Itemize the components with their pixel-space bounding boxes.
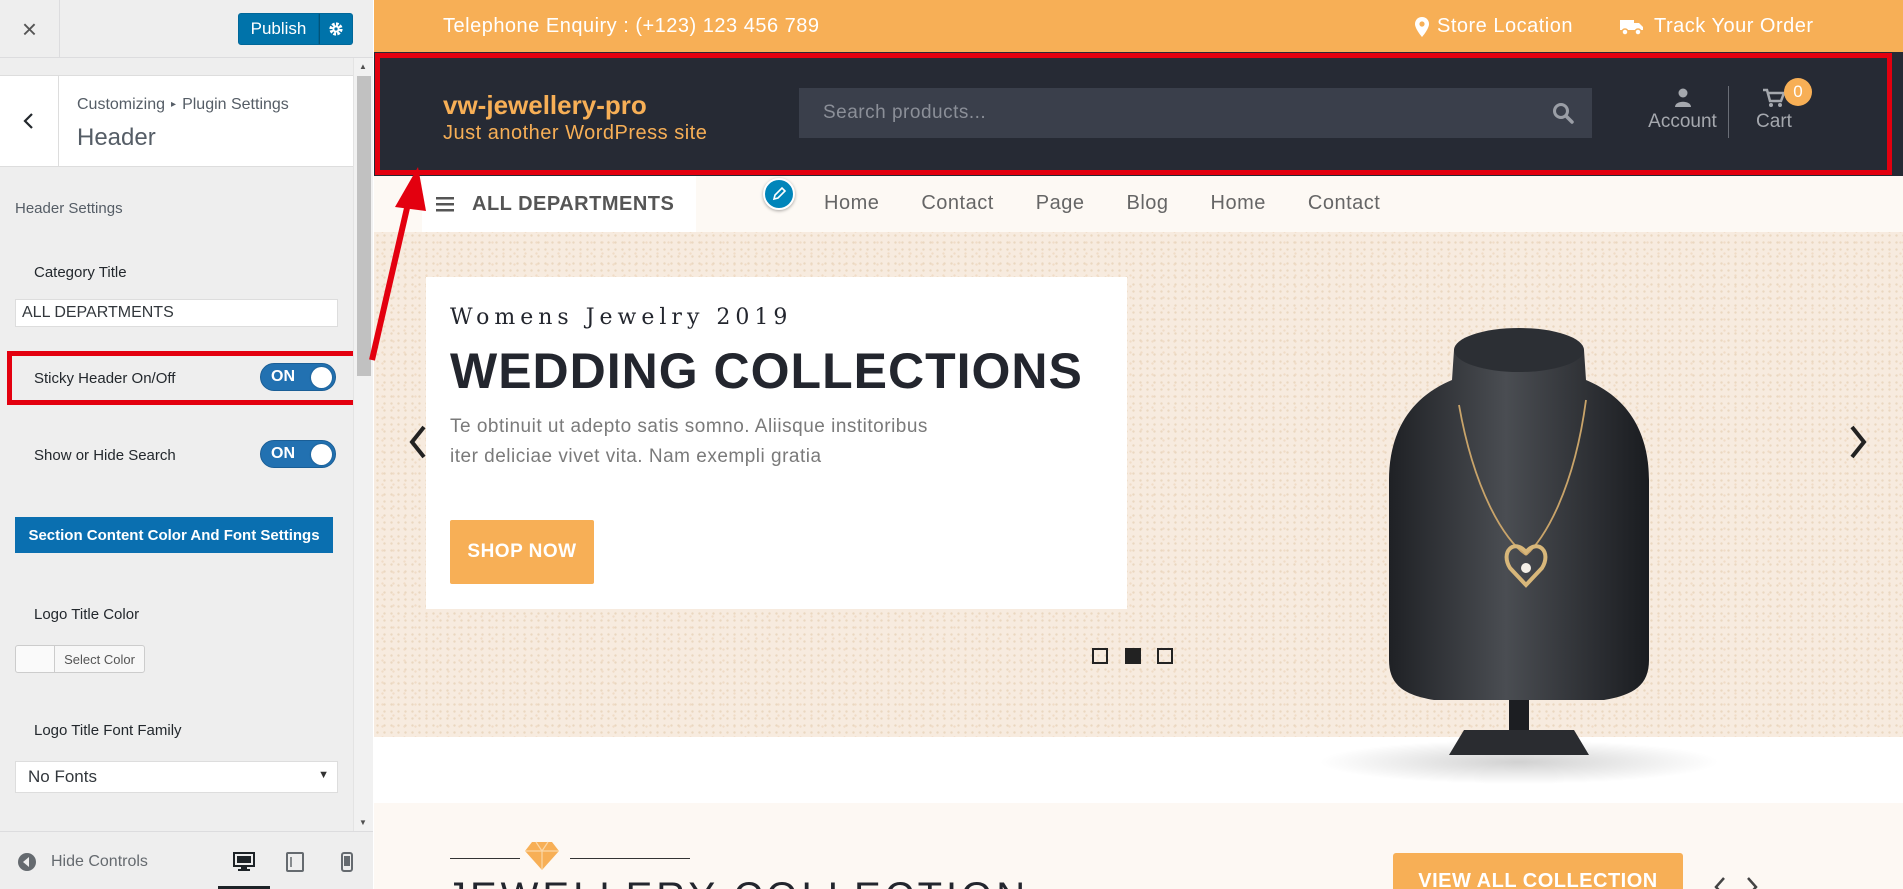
preview-tablet-button[interactable] [281,848,309,876]
store-location-label: Store Location [1437,15,1573,37]
breadcrumb-plugin-settings: Plugin Settings [182,96,289,113]
desktop-icon [233,852,255,871]
tablet-icon [286,852,304,872]
decorative-line [450,858,520,859]
nav-link-page[interactable]: Page [1036,192,1085,215]
collection-title: JEWELLERY COLLECTION [446,875,1029,889]
telephone-enquiry: Telephone Enquiry : (+123) 123 456 789 [443,15,820,37]
map-pin-icon [1415,16,1429,37]
scroll-down-arrow-icon[interactable]: ▼ [359,818,367,827]
all-departments-menu[interactable]: ALL DEPARTMENTS [422,176,696,232]
nav-link-contact[interactable]: Contact [921,192,993,215]
publish-button[interactable]: Publish [238,13,319,45]
highlight-box-header [375,53,1892,175]
sidebar-scrollbar[interactable]: ▲ ▼ [353,58,373,831]
track-order-label: Track Your Order [1654,15,1814,37]
view-all-collection-button[interactable]: VIEW ALL COLLECTION [1393,853,1683,889]
chevron-left-icon [23,113,33,129]
pencil-icon [772,186,787,201]
slider-next-chevron-icon[interactable] [1848,424,1868,460]
close-customizer-button[interactable]: × [0,0,60,58]
logo-title-color-label: Logo Title Color [34,606,140,623]
back-button[interactable] [0,76,59,166]
diamond-icon [525,841,559,870]
shop-now-button[interactable]: SHOP NOW [450,520,594,584]
nav-link-blog[interactable]: Blog [1127,192,1169,215]
hero-description: Te obtinuit ut adepto satis somno. Aliis… [450,416,928,467]
hero-title: WEDDING COLLECTIONS [450,343,1083,399]
breadcrumb-customizing: Customizing [77,96,166,113]
preview-mobile-button[interactable] [333,848,361,876]
gear-icon [329,22,343,36]
select-value: No Fonts [28,767,97,786]
header-settings-heading: Header Settings [15,200,123,217]
slider-dot-2[interactable] [1125,648,1141,664]
hamburger-icon [436,197,454,212]
hero-content-card: Womens Jewelry 2019 WEDDING COLLECTIONS … [426,277,1127,609]
nav-link-home-2[interactable]: Home [1211,192,1266,215]
collapse-icon [18,853,36,871]
hide-controls-label: Hide Controls [51,853,148,870]
necklace-bust-image [1319,328,1719,784]
collection-prev-chevron-icon[interactable] [1713,876,1727,889]
category-title-input[interactable]: ALL DEPARTMENTS [15,299,338,327]
hide-controls-button[interactable]: Hide Controls [17,852,148,872]
customizer-footer: Hide Controls [0,831,373,889]
logo-font-family-label: Logo Title Font Family [34,722,182,739]
section-header: Customizing ▸ Plugin Settings Header [0,75,353,167]
toggle-knob [311,444,332,465]
collection-next-chevron-icon[interactable] [1745,876,1759,889]
mobile-icon [341,852,353,872]
slider-dot-1[interactable] [1092,648,1108,664]
top-info-bar: Telephone Enquiry : (+123) 123 456 789 S… [374,0,1903,52]
breadcrumb-separator: ▸ [171,99,177,110]
highlight-box-sticky-header [7,351,363,405]
main-navigation: ALL DEPARTMENTS Home Contact Page Blog H… [374,176,1903,232]
preview-desktop-button[interactable] [230,848,258,876]
nav-links: Home Contact Page Blog Home Contact [824,192,1422,215]
breadcrumb: Customizing ▸ Plugin Settings [77,96,289,114]
dropdown-caret-icon: ▼ [318,769,329,781]
section-content-color-font-button[interactable]: Section Content Color And Font Settings [15,517,333,553]
category-title-label: Category Title [34,264,127,281]
select-color-button[interactable]: Select Color [54,645,145,673]
nav-link-home[interactable]: Home [824,192,879,215]
nav-link-contact-2[interactable]: Contact [1308,192,1380,215]
customizer-top-bar: × Publish [0,0,373,58]
scrollbar-thumb[interactable] [357,76,371,376]
jewellery-collection-section: JEWELLERY COLLECTION VIEW ALL COLLECTION [374,803,1903,889]
site-preview: Telephone Enquiry : (+123) 123 456 789 S… [374,0,1903,889]
show-search-label: Show or Hide Search [34,447,176,464]
toggle-state-label: ON [271,445,295,462]
publish-settings-button[interactable] [319,13,353,45]
customizer-sidebar: × Publish Customizing ▸ Plugin Settings He… [0,0,373,889]
slider-dot-3[interactable] [1157,648,1173,664]
store-location-link[interactable]: Store Location [1415,15,1573,38]
color-swatch[interactable] [15,645,55,673]
truck-icon [1620,19,1643,36]
slider-prev-chevron-icon[interactable] [408,424,428,460]
hero-kicker: Womens Jewelry 2019 [450,305,793,330]
track-order-link[interactable]: Track Your Order [1620,15,1814,38]
decorative-line [570,858,690,859]
edit-shortcut-pencil-icon[interactable] [763,178,795,210]
scroll-up-arrow-icon[interactable]: ▲ [359,62,367,71]
section-title: Header [77,124,156,151]
logo-font-family-select[interactable]: No Fonts ▼ [15,761,338,793]
show-search-toggle[interactable]: ON [260,440,336,468]
all-departments-label: ALL DEPARTMENTS [472,192,675,215]
